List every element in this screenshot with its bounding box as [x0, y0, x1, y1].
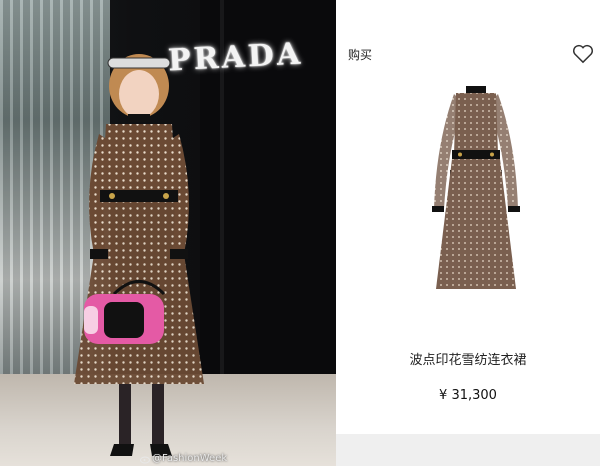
bottom-strip [336, 434, 600, 466]
weibo-icon [140, 456, 150, 463]
person-figure [74, 54, 204, 456]
watermark-text: @FashionWeek [152, 453, 228, 464]
buy-label: 购买 [348, 48, 373, 62]
street-photo: PRADA @FashionWeek [0, 0, 336, 466]
top-strip [336, 0, 600, 34]
screenshot: PRADA @FashionWeek 购买 波点印花雪纺连衣裙 ¥ 31,300 [0, 0, 600, 466]
product-image[interactable] [426, 84, 526, 299]
heart-icon[interactable] [572, 44, 594, 64]
product-name[interactable]: 波点印花雪纺连衣裙 [336, 349, 600, 368]
photo-watermark: @FashionWeek [140, 453, 227, 464]
product-card[interactable]: 购买 波点印花雪纺连衣裙 ¥ 31,300 [336, 0, 600, 466]
product-price: ¥ 31,300 [439, 388, 497, 403]
